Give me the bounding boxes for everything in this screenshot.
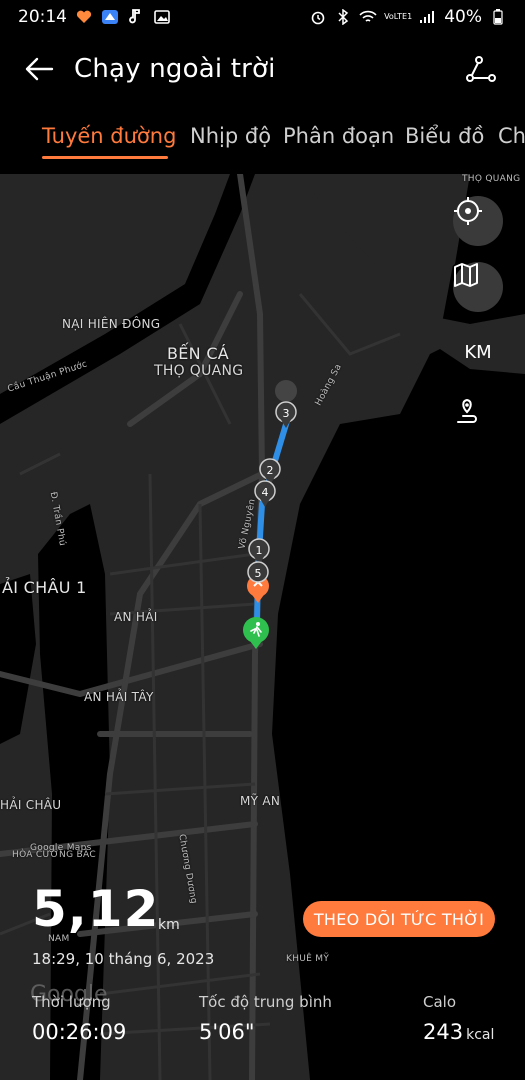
cloud-app-icon [101,8,119,26]
km-marker: 3 [275,380,298,428]
avg-pace-value: 5'06" [199,1020,255,1044]
run-datetime: 18:29, 10 tháng 6, 2023 [32,950,215,968]
bluetooth-icon [334,8,352,26]
alarm-icon [309,8,327,26]
volte-indicator: VoLTE1 [384,12,413,21]
back-arrow-icon [25,57,54,81]
locate-target-icon [454,197,482,225]
locate-button[interactable] [453,196,503,246]
route-share-icon [466,56,496,82]
tab-pace[interactable]: Nhịp độ [190,124,271,148]
calories-label: Calo [423,993,457,1011]
avg-pace-label: Tốc độ trung bình [199,993,332,1011]
route-pin-button[interactable] [453,398,503,438]
live-tracking-button[interactable]: THEO DÕI TỨC THỜI [303,901,495,937]
map-layers-icon [454,263,478,287]
status-bar: 20:14 VoLTE1 40% [0,0,525,34]
km-marker-label: 5 [255,567,262,580]
signal-icon [419,8,437,26]
calories-value-wrap: 243 kcal [423,1020,494,1044]
km-marker-label: 1 [256,544,263,557]
notification-heart-icon [75,8,93,26]
start-marker [243,617,269,649]
battery-icon [489,8,507,26]
tab-bar: Tuyến đường Nhịp độ Phân đoạn Biểu đồ Ch [0,118,525,168]
page-title: Chạy ngoài trời [74,54,276,84]
battery-percent: 40% [444,7,482,27]
tab-more-partial[interactable]: Ch [498,124,525,148]
route-pin-icon [457,398,477,423]
distance-unit: km [158,917,180,933]
music-note-icon [127,8,145,26]
duration-value: 00:26:09 [32,1020,127,1044]
tab-route[interactable]: Tuyến đường [42,124,176,148]
distance-value: 5,12 [32,880,160,938]
tab-segments[interactable]: Phân đoạn [283,124,394,148]
km-marker: 4 [254,480,276,507]
unit-toggle-button[interactable]: KM [453,332,503,372]
calories-unit: kcal [466,1027,495,1043]
active-tab-indicator [42,156,168,159]
back-button[interactable] [24,49,64,89]
km-marker-label: 2 [267,464,274,477]
route-share-button[interactable] [461,49,501,89]
clock: 20:14 [18,7,67,27]
calories-value: 243 [423,1020,464,1044]
wifi-icon [359,8,377,26]
duration-label: Thời lượng [32,993,111,1011]
km-marker: 5 [247,561,269,583]
gallery-icon [153,8,171,26]
km-marker: 1 [248,538,270,565]
run-summary: 5,12 km THEO DÕI TỨC THỜI 18:29, 10 thán… [0,870,525,1080]
app-bar: Chạy ngoài trời [0,38,525,100]
km-marker-label: 4 [262,486,269,499]
map-type-button[interactable] [453,262,503,312]
km-marker-label: 3 [283,407,290,420]
tab-charts[interactable]: Biểu đồ [405,124,484,148]
